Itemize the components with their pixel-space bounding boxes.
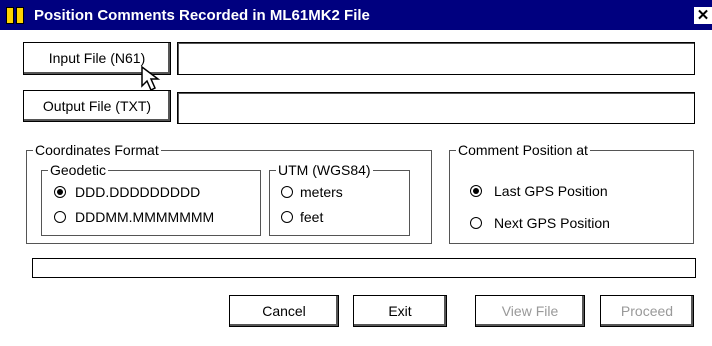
radio-next-gps-label: Next GPS Position [494,215,610,231]
exit-button[interactable]: Exit [353,295,447,327]
radio-ddd-decimal[interactable] [54,186,66,198]
mouse-pointer-icon [141,66,161,92]
output-file-button[interactable]: Output File (TXT) [23,90,171,122]
proceed-button-label: Proceed [620,303,674,319]
radio-ddd-decimal-label: DDD.DDDDDDDDD [75,184,201,200]
output-file-button-label: Output File (TXT) [42,98,152,114]
view-file-button-label: View File [501,303,559,319]
radio-last-gps[interactable] [470,185,482,197]
radio-dddmm[interactable] [54,211,66,223]
app-icon [6,7,26,24]
radio-last-gps-label: Last GPS Position [494,183,608,199]
coordinates-format-group: Coordinates Format Geodetic DDD.DDDDDDDD… [26,142,432,244]
radio-feet[interactable] [281,211,293,223]
utm-group: UTM (WGS84) meters feet [269,162,410,236]
title-bar[interactable]: Position Comments Recorded in ML61MK2 Fi… [0,0,712,30]
geodetic-group: Geodetic DDD.DDDDDDDDD DDDMM.MMMMMMM [41,162,261,236]
coordinates-format-label: Coordinates Format [33,142,161,158]
comment-position-group: Comment Position at Last GPS Position Ne… [449,142,694,244]
radio-feet-label: feet [300,209,324,225]
geodetic-label: Geodetic [48,162,109,178]
view-file-button[interactable]: View File [475,295,585,327]
exit-button-label: Exit [388,303,412,319]
comment-position-label: Comment Position at [456,142,590,158]
radio-meters[interactable] [281,186,293,198]
utm-label: UTM (WGS84) [276,162,373,178]
cancel-button[interactable]: Cancel [229,295,339,327]
progress-bar [32,258,696,278]
proceed-button[interactable]: Proceed [600,295,694,327]
radio-meters-label: meters [300,184,343,200]
cancel-button-label: Cancel [262,303,306,319]
output-file-path[interactable] [177,92,695,124]
input-file-button-label: Input File (N61) [48,50,146,66]
dialog-window: Position Comments Recorded in ML61MK2 Fi… [0,0,712,346]
close-icon[interactable]: ✕ [694,7,712,24]
input-file-path[interactable] [177,42,695,75]
radio-next-gps[interactable] [470,217,482,229]
window-title: Position Comments Recorded in ML61MK2 Fi… [34,7,370,24]
radio-dddmm-label: DDDMM.MMMMMMM [75,209,215,225]
